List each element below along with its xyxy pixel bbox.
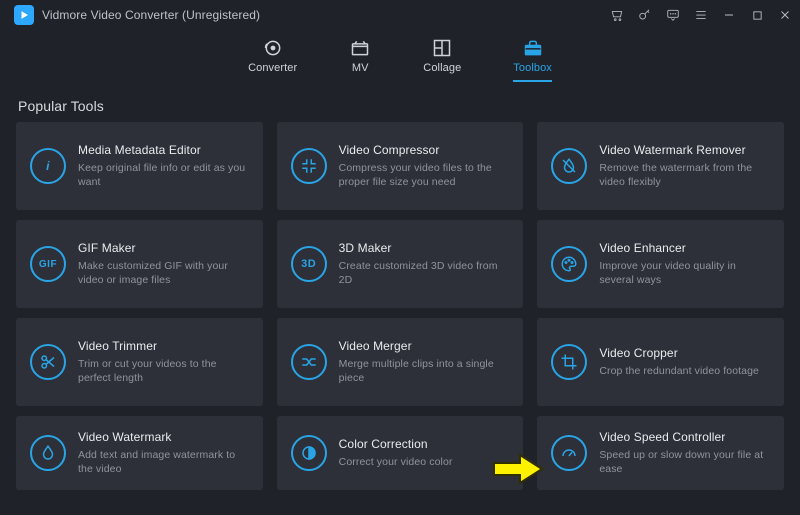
tool-video-cropper[interactable]: Video Cropper Crop the redundant video fo…	[537, 318, 784, 406]
info-icon: i	[30, 148, 66, 184]
tool-video-speed-controller[interactable]: Video Speed Controller Speed up or slow d…	[537, 416, 784, 490]
tool-desc: Remove the watermark from the video flex…	[599, 161, 770, 189]
tool-title: GIF Maker	[78, 241, 249, 255]
scissors-icon	[30, 344, 66, 380]
tool-title: Video Trimmer	[78, 339, 249, 353]
tool-desc: Compress your video files to the proper …	[339, 161, 510, 189]
tab-collage[interactable]: Collage	[423, 38, 461, 82]
tool-video-trimmer[interactable]: Video Trimmer Trim or cut your videos to …	[16, 318, 263, 406]
tool-title: Video Speed Controller	[599, 430, 770, 444]
tool-desc: Create customized 3D video from 2D	[339, 259, 510, 287]
key-icon[interactable]	[638, 8, 652, 22]
titlebar-controls	[610, 8, 792, 22]
tool-3d-maker[interactable]: 3D 3D Maker Create customized 3D video fr…	[277, 220, 524, 308]
tool-title: Video Cropper	[599, 346, 770, 360]
tool-video-watermark-remover[interactable]: Video Watermark Remover Remove the waterm…	[537, 122, 784, 210]
tool-title: Video Watermark	[78, 430, 249, 444]
tool-desc: Trim or cut your videos to the perfect l…	[78, 357, 249, 385]
toolbox-icon	[522, 38, 544, 58]
app-logo-icon	[14, 5, 34, 25]
close-button[interactable]	[778, 8, 792, 22]
speedometer-icon	[551, 435, 587, 471]
tool-video-merger[interactable]: Video Merger Merge multiple clips into a …	[277, 318, 524, 406]
main-tabs: Converter MV Collage Toolbox	[0, 30, 800, 84]
tool-video-enhancer[interactable]: Video Enhancer Improve your video quality…	[537, 220, 784, 308]
tool-desc: Correct your video color	[339, 455, 510, 469]
tab-label: MV	[352, 62, 369, 74]
palette-icon	[551, 246, 587, 282]
tool-desc: Improve your video quality in several wa…	[599, 259, 770, 287]
crop-icon	[551, 344, 587, 380]
mv-icon	[349, 38, 371, 58]
compress-icon	[291, 148, 327, 184]
tool-title: Video Merger	[339, 339, 510, 353]
tool-desc: Keep original file info or edit as you w…	[78, 161, 249, 189]
tool-title: 3D Maker	[339, 241, 510, 255]
tool-video-watermark[interactable]: Video Watermark Add text and image waterm…	[16, 416, 263, 490]
tool-video-compressor[interactable]: Video Compressor Compress your video file…	[277, 122, 524, 210]
tab-converter[interactable]: Converter	[248, 38, 297, 82]
maximize-button[interactable]	[750, 8, 764, 22]
tool-media-metadata-editor[interactable]: i Media Metadata Editor Keep original fil…	[16, 122, 263, 210]
converter-icon	[263, 38, 283, 58]
tab-label: Toolbox	[513, 62, 552, 74]
gif-icon: GIF	[30, 246, 66, 282]
tool-desc: Make customized GIF with your video or i…	[78, 259, 249, 287]
contrast-icon	[291, 435, 327, 471]
tool-title: Video Watermark Remover	[599, 143, 770, 157]
minimize-button[interactable]	[722, 8, 736, 22]
tool-desc: Merge multiple clips into a single piece	[339, 357, 510, 385]
menu-icon[interactable]	[694, 8, 708, 22]
cart-icon[interactable]	[610, 8, 624, 22]
tab-toolbox[interactable]: Toolbox	[513, 38, 552, 82]
tool-title: Video Enhancer	[599, 241, 770, 255]
tool-desc: Speed up or slow down your file at ease	[599, 448, 770, 476]
tool-desc: Crop the redundant video footage	[599, 364, 770, 378]
droplet-icon	[30, 435, 66, 471]
tool-title: Media Metadata Editor	[78, 143, 249, 157]
tool-grid: i Media Metadata Editor Keep original fil…	[0, 122, 800, 490]
merge-icon	[291, 344, 327, 380]
tab-label: Converter	[248, 62, 297, 74]
section-title: Popular Tools	[0, 84, 800, 122]
title-bar: Vidmore Video Converter (Unregistered)	[0, 0, 800, 30]
collage-icon	[432, 38, 452, 58]
tab-mv[interactable]: MV	[349, 38, 371, 82]
tool-title: Video Compressor	[339, 143, 510, 157]
tool-desc: Add text and image watermark to the vide…	[78, 448, 249, 476]
tool-gif-maker[interactable]: GIF GIF Maker Make customized GIF with yo…	[16, 220, 263, 308]
droplet-slash-icon	[551, 148, 587, 184]
tool-title: Color Correction	[339, 437, 510, 451]
three-d-icon: 3D	[291, 246, 327, 282]
window-title: Vidmore Video Converter (Unregistered)	[42, 8, 610, 22]
tab-label: Collage	[423, 62, 461, 74]
feedback-icon[interactable]	[666, 8, 680, 22]
tool-color-correction[interactable]: Color Correction Correct your video color	[277, 416, 524, 490]
